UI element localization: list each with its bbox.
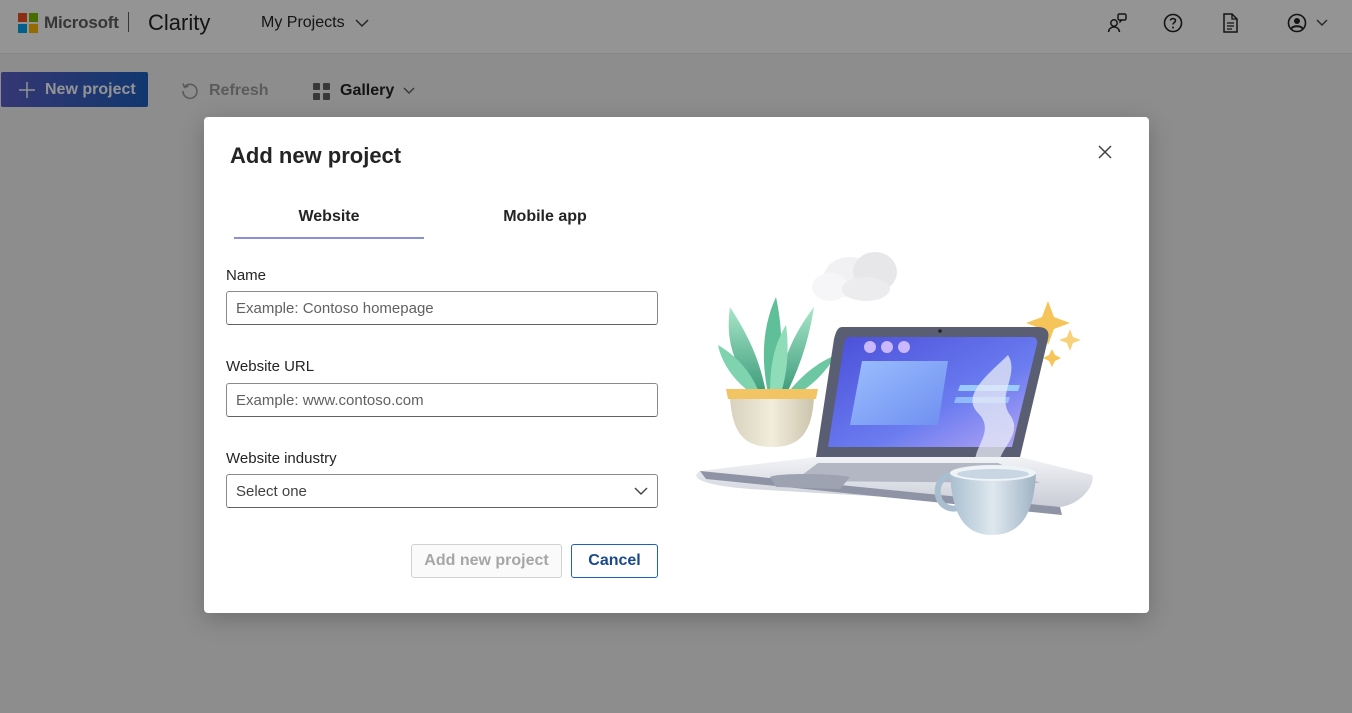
website-url-input[interactable] (226, 383, 658, 417)
add-new-project-button[interactable]: Add new project (411, 544, 562, 578)
website-industry-label: Website industry (226, 450, 337, 467)
cloud-icon (812, 252, 897, 301)
website-industry-select[interactable]: Select one (226, 474, 658, 508)
close-icon (1098, 145, 1112, 159)
website-url-label: Website URL (226, 358, 315, 375)
dialog-title: Add new project (230, 143, 402, 168)
laptop-illustration (696, 252, 1093, 535)
selected-tab-indicator (234, 237, 424, 239)
add-project-dialog: Add new project Website Mobile app Name … (204, 117, 1149, 613)
close-button[interactable] (1094, 141, 1116, 163)
tab-mobile-app[interactable]: Mobile app (450, 201, 640, 239)
name-input[interactable] (226, 291, 658, 325)
plant-icon (718, 297, 836, 447)
cancel-button[interactable]: Cancel (571, 544, 658, 578)
tab-website[interactable]: Website (234, 201, 424, 239)
name-label: Name (226, 267, 267, 284)
industry-selected-value: Select one (236, 482, 307, 500)
chevron-down-icon (634, 487, 648, 495)
